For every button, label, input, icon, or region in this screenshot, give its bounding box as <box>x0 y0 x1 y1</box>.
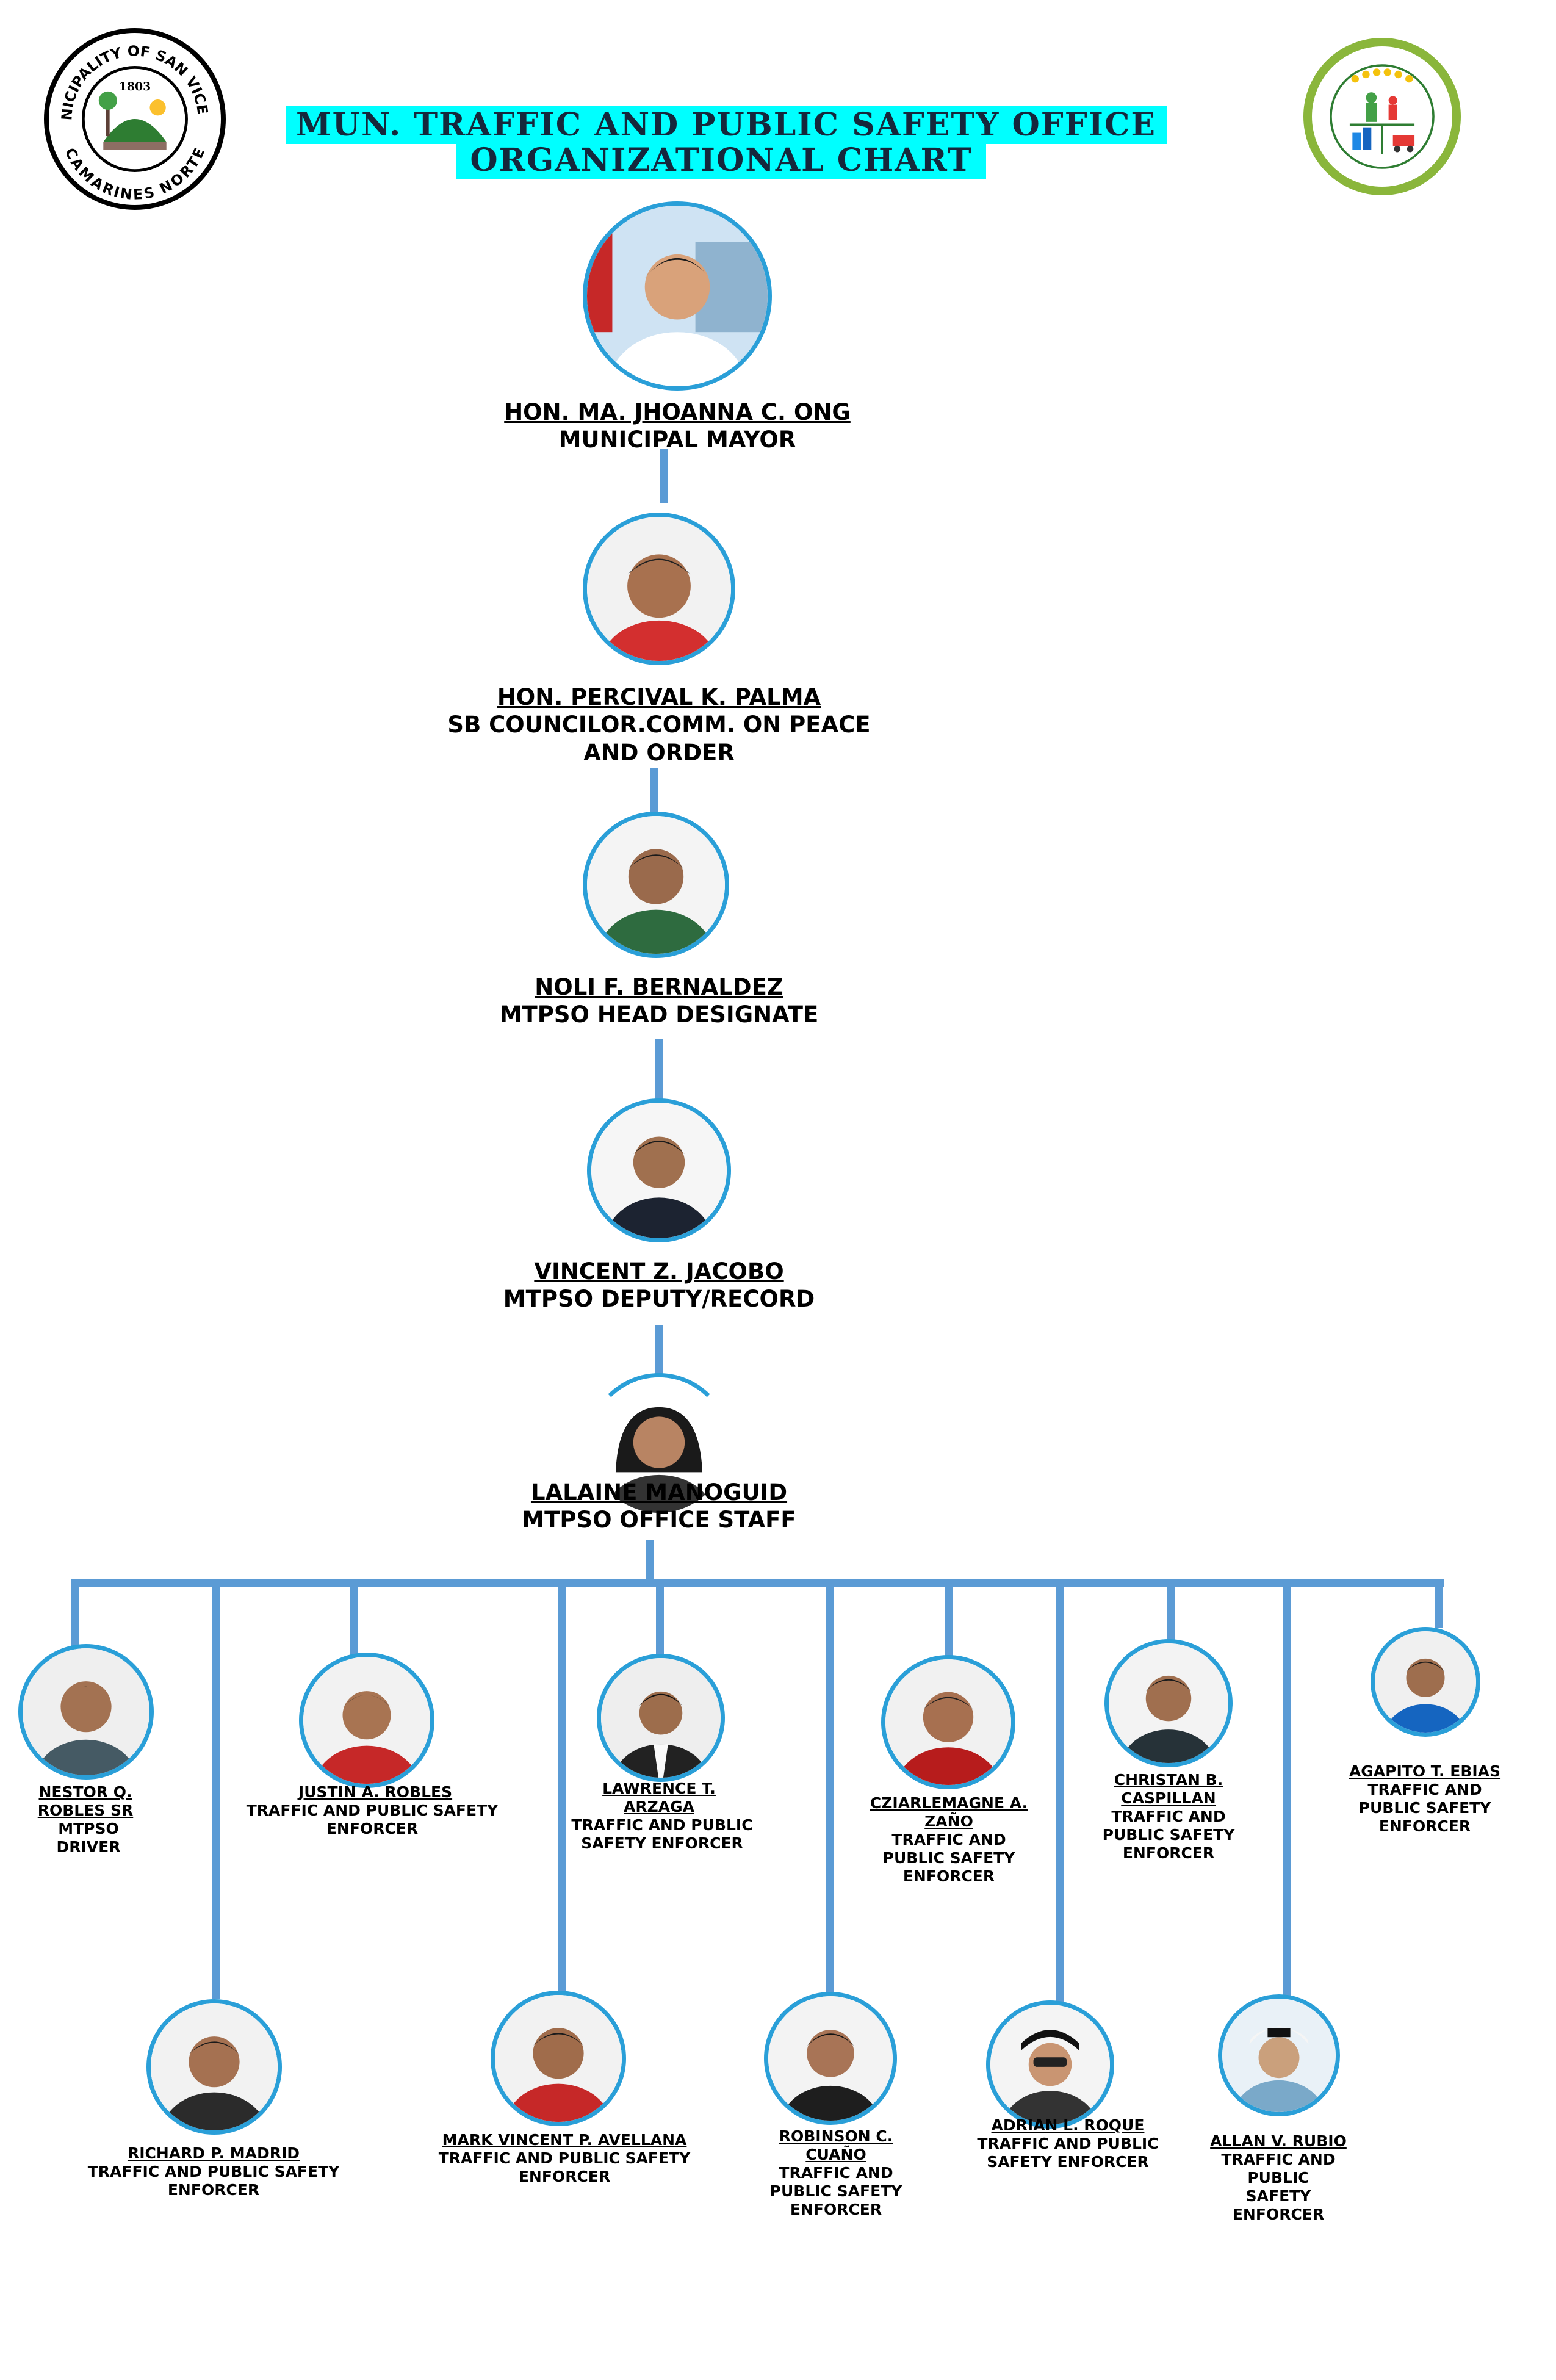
staff-role: TRAFFIC AND PUBLIC SAFETY ENFORCER <box>87 2163 340 2199</box>
connector-head-to-deputy <box>655 1039 663 1100</box>
seal-bottom-text: CAMARINES NORTE <box>62 145 209 203</box>
connector-mayor-to-councilor <box>660 449 668 503</box>
staff-name: CHRISTAN B. CASPILLAN <box>1114 1771 1223 1807</box>
drop-line <box>1435 1579 1443 1628</box>
staff-role: TRAFFIC AND PUBLIC SAFETY ENFORCER <box>246 1801 499 1837</box>
staff-photo-mark-vincent <box>491 1991 626 2126</box>
drop-line <box>350 1579 358 1656</box>
chain-name: VINCENT Z. JACOBO <box>534 1258 784 1285</box>
head-photo <box>583 812 729 958</box>
drop-line <box>558 1585 566 1997</box>
drop-line <box>1283 1585 1291 2004</box>
staff-role: TRAFFIC AND PUBLIC SAFETY ENFORCER <box>1221 2151 1336 2223</box>
staff-horizontal-bar <box>71 1579 1444 1587</box>
chain-role: MTPSO OFFICE STAFF <box>522 1507 796 1533</box>
chain-name: NOLI F. BERNALDEZ <box>535 974 783 1000</box>
staff-name: ALLAN V. RUBIO <box>1210 2132 1347 2150</box>
staff-name: MARK VINCENT P. AVELLANA <box>442 2131 687 2149</box>
connector-councilor-to-head <box>650 768 658 817</box>
chain-role: MTPSO HEAD DESIGNATE <box>499 1001 819 1028</box>
chart-title-line-2: ORGANIZATIONAL CHART <box>456 142 986 179</box>
staff-role: TRAFFIC AND PUBLIC SAFETY ENFORCER <box>571 1816 753 1852</box>
connector-staff-to-bar <box>646 1540 654 1585</box>
svg-text:MUNICIPALITY OF SAN VICENTE: MUNICIPALITY OF SAN VICENTE <box>49 33 211 121</box>
chain-role: MUNICIPAL MAYOR <box>558 427 796 453</box>
drop-line <box>826 1585 834 1998</box>
drop-line <box>71 1579 79 1646</box>
staff-name: AGAPITO T. EBIAS <box>1349 1762 1501 1780</box>
staff-role: TRAFFIC AND PUBLIC SAFETY ENFORCER <box>1358 1781 1491 1835</box>
staff-photo-christan <box>1104 1639 1233 1767</box>
staff-name: ADRIAN L. ROQUE <box>991 2116 1145 2134</box>
staff-name: RICHARD P. MADRID <box>127 2144 300 2162</box>
staff-photo-allan <box>1218 1994 1340 2116</box>
staff-photo-agapito <box>1371 1627 1480 1737</box>
chain-name: HON. PERCIVAL K. PALMA <box>497 684 821 710</box>
staff-photo-nestor <box>18 1644 154 1780</box>
staff-role: TRAFFIC AND PUBLIC SAFETY ENFORCER <box>769 2164 902 2218</box>
staff-role: TRAFFIC AND PUBLIC SAFETY ENFORCER <box>977 2135 1159 2171</box>
staff-name: NESTOR Q. ROBLES SR <box>37 1783 134 1819</box>
staff-role: TRAFFIC AND PUBLIC SAFETY ENFORCER <box>1102 1808 1235 1862</box>
svg-text:CAMARINES NORTE: CAMARINES NORTE <box>62 145 209 203</box>
staff-photo-cziarlemagne <box>881 1655 1015 1789</box>
staff-name: JUSTIN A. ROBLES <box>298 1783 453 1801</box>
drop-line <box>656 1579 664 1656</box>
municipal-seal-logo: MUNICIPALITY OF SAN VICENTE CAMARINES NO… <box>41 20 226 210</box>
staff-photo-lawrence <box>597 1654 725 1782</box>
staff-name: ROBINSON C. CUAÑO <box>779 2127 893 2163</box>
staff-photo-richard <box>146 1999 282 2135</box>
chain-role: SB COUNCILOR.COMM. ON PEACE AND ORDER <box>447 712 871 766</box>
staff-photo-adrian <box>986 2000 1114 2129</box>
staff-name: LAWRENCE T. ARZAGA <box>602 1780 716 1816</box>
drop-line <box>945 1579 953 1659</box>
chart-title-line-1: MUN. TRAFFIC AND PUBLIC SAFETY OFFICE <box>286 106 1167 144</box>
seal-year: 1803 <box>119 80 151 93</box>
staff-role: MTPSO DRIVER <box>56 1820 121 1856</box>
chain-name: LALAINE MANOGUID <box>530 1479 788 1506</box>
seal-top-text: MUNICIPALITY OF SAN VICENTE <box>41 20 211 121</box>
staff-photo-justin <box>299 1653 434 1788</box>
mtpso-office-logo <box>1303 38 1461 195</box>
mayor-photo <box>583 201 772 391</box>
chain-role: MTPSO DEPUTY/RECORD <box>503 1286 815 1312</box>
staff-role: TRAFFIC AND PUBLIC SAFETY ENFORCER <box>882 1831 1015 1885</box>
staff-name: CZIARLEMAGNE A. ZAÑO <box>870 1794 1028 1830</box>
staff-role: TRAFFIC AND PUBLIC SAFETY ENFORCER <box>438 2149 691 2185</box>
drop-line <box>1167 1579 1175 1640</box>
deputy-photo <box>587 1098 731 1242</box>
drop-line <box>1056 1585 1064 2004</box>
drop-line <box>212 1585 220 1999</box>
councilor-photo <box>583 513 735 665</box>
staff-photo-robinson <box>764 1992 897 2125</box>
chain-name: HON. MA. JHOANNA C. ONG <box>504 399 851 425</box>
